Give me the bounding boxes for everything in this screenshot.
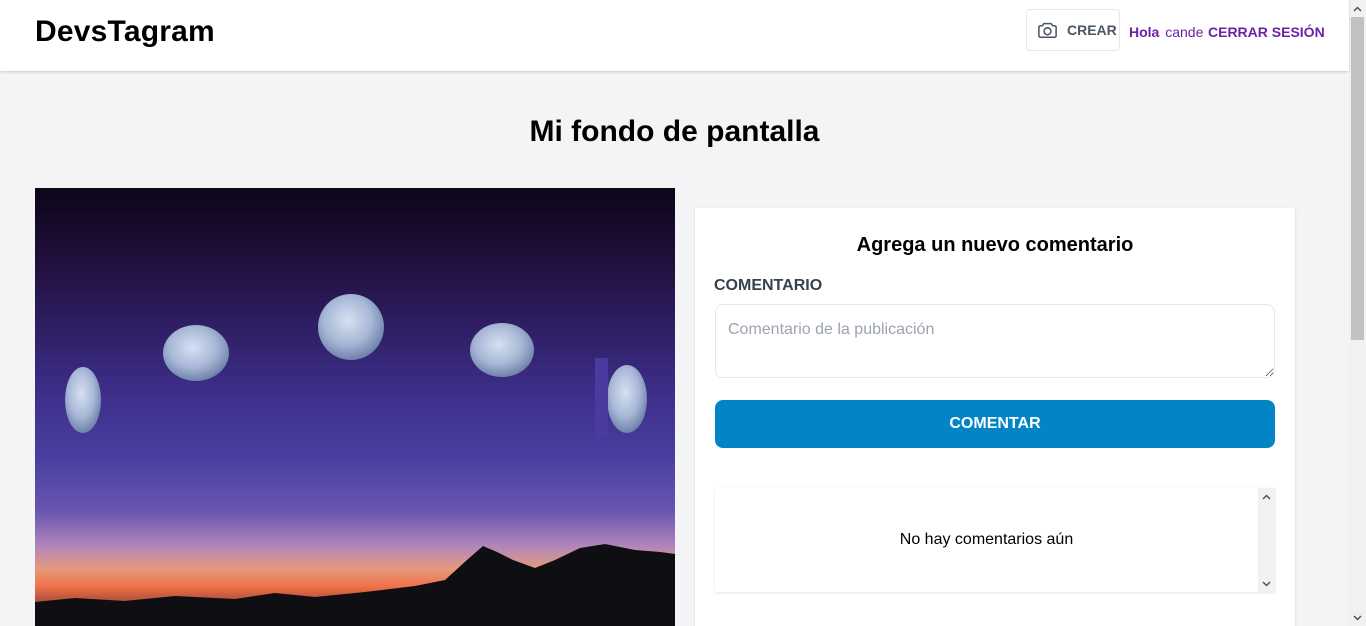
page-scroll-thumb[interactable] xyxy=(1351,17,1364,340)
empty-comments-message: No hay comentarios aún xyxy=(899,531,1074,548)
post-image xyxy=(35,188,675,626)
comment-form-card: Agrega un nuevo comentario Comentario Co… xyxy=(695,208,1295,626)
page-scroll-down-icon[interactable] xyxy=(1349,609,1366,626)
create-post-button[interactable]: CREAR xyxy=(1026,9,1120,51)
comment-input[interactable] xyxy=(715,304,1275,378)
moon-phase-2 xyxy=(163,325,229,381)
chevron-down-icon[interactable] xyxy=(1258,575,1275,592)
post-title: Mi fondo de pantalla xyxy=(529,115,820,148)
page-scroll-up-icon[interactable] xyxy=(1349,0,1366,17)
greeting-prefix: Hola xyxy=(1129,24,1160,40)
app-logo[interactable]: DevsTagram xyxy=(35,14,215,50)
comments-scrollbar[interactable] xyxy=(1258,488,1275,592)
top-navbar: DevsTagram CREAR Hola cande CERRAR SESIÓ… xyxy=(0,0,1349,71)
comment-field-label: Comentario xyxy=(714,277,823,294)
submit-comment-button[interactable]: Comentar xyxy=(715,400,1275,448)
comments-list[interactable]: No hay comentarios aún xyxy=(715,488,1275,592)
moon-phase-4 xyxy=(470,323,534,377)
user-greeting: Hola cande xyxy=(1129,23,1203,41)
comment-form-title: Agrega un nuevo comentario xyxy=(856,234,1134,256)
moon-phase-3 xyxy=(318,294,384,360)
moon-phase-5 xyxy=(607,365,647,433)
username-link[interactable]: cande xyxy=(1165,24,1203,40)
logout-button[interactable]: CERRAR SESIÓN xyxy=(1208,23,1325,41)
camera-icon xyxy=(1036,19,1059,42)
page-scrollbar[interactable] xyxy=(1349,0,1366,626)
create-post-label: CREAR xyxy=(1067,22,1117,38)
chevron-up-icon[interactable] xyxy=(1258,488,1275,505)
